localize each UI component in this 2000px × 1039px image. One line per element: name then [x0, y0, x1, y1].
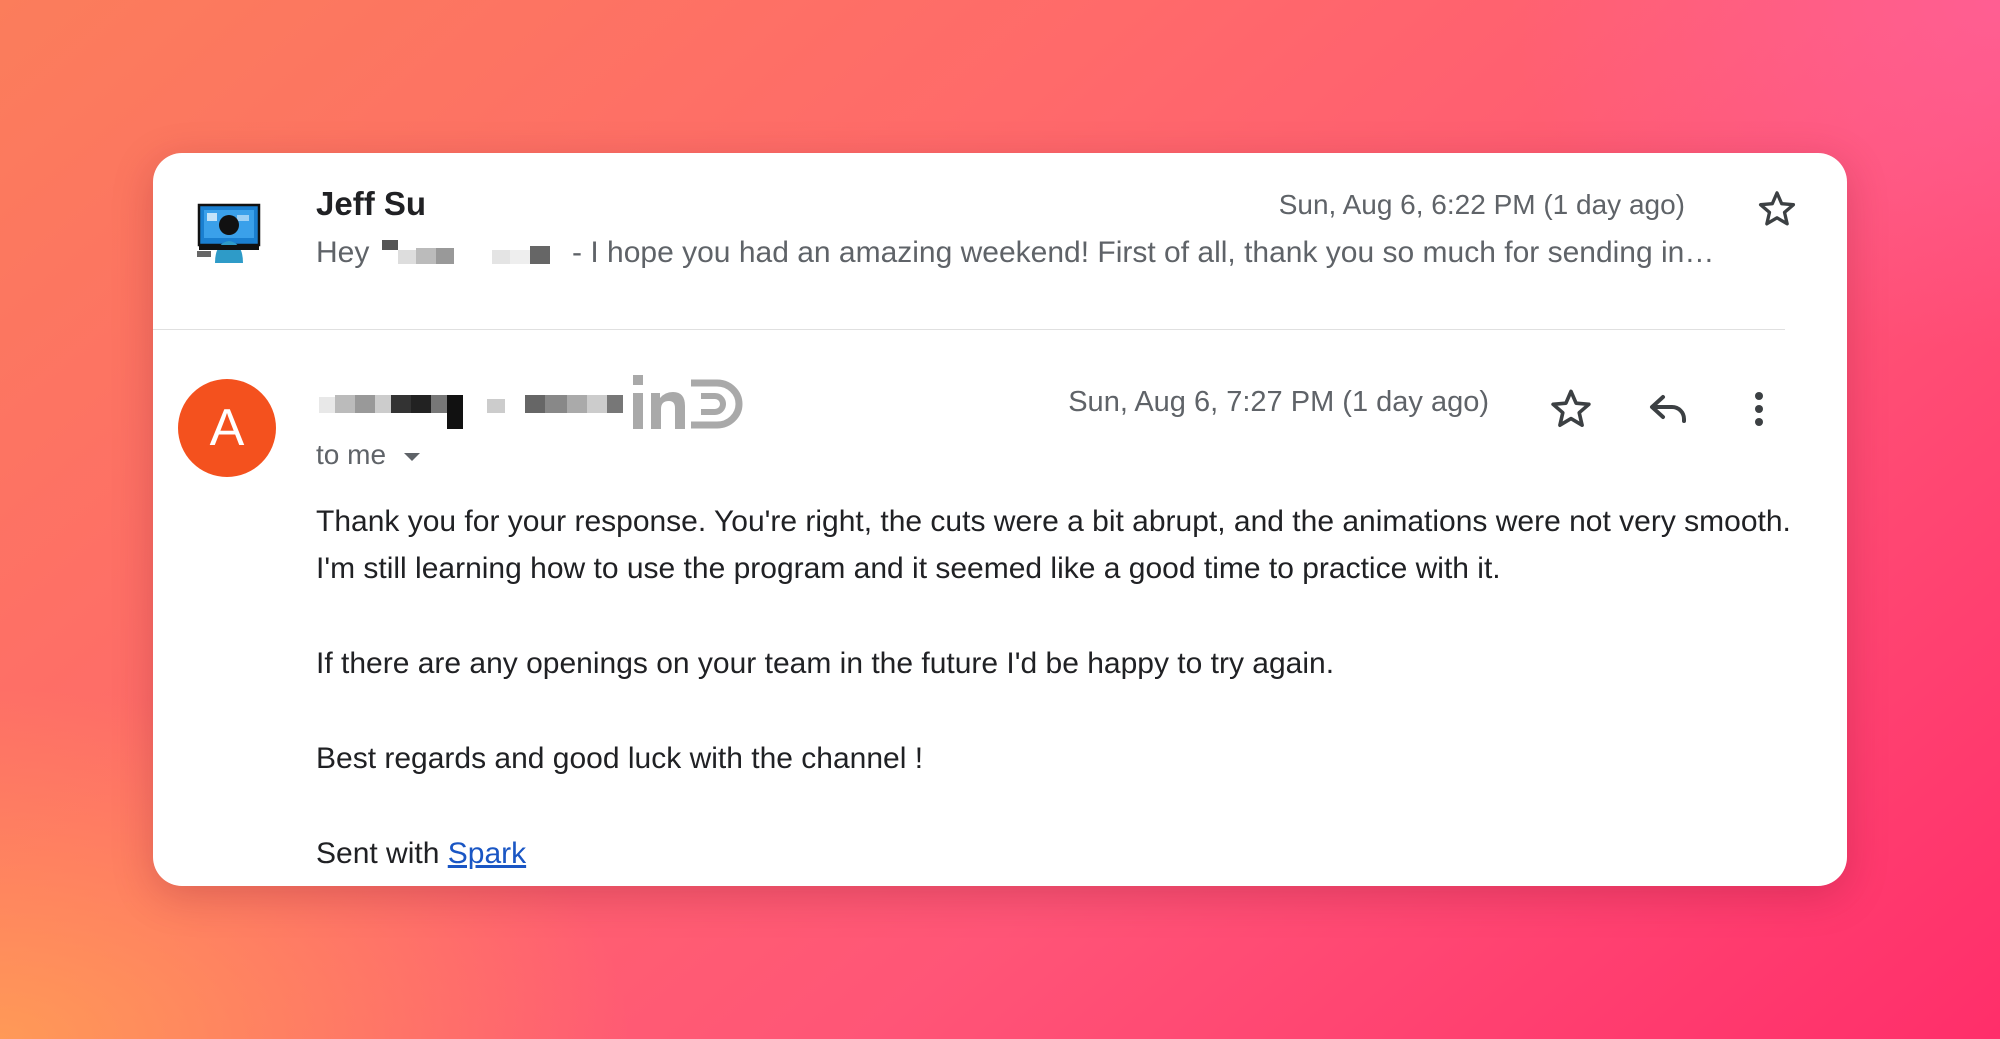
star-icon[interactable]	[1547, 385, 1595, 433]
recipient-label: to me	[316, 439, 387, 470]
star-icon[interactable]	[1755, 187, 1799, 231]
signature-prefix: Sent with	[316, 837, 440, 870]
spark-link[interactable]: Spark	[448, 837, 526, 870]
chevron-down-icon	[403, 452, 420, 461]
sender-name: Jeff Su	[316, 185, 427, 222]
message-date: Sun, Aug 6, 6:22 PM (1 day ago)	[1278, 189, 1685, 220]
message-date: Sun, Aug 6, 7:27 PM (1 day ago)	[1068, 386, 1489, 418]
sender-avatar: A	[178, 379, 276, 477]
snippet-start: Hey	[316, 236, 370, 269]
body-paragraph: Best regards and good luck with the chan…	[316, 742, 924, 775]
linkedin-icon[interactable]	[633, 375, 685, 429]
reply-icon[interactable]	[1644, 385, 1692, 433]
more-vert-icon[interactable]	[1735, 385, 1783, 433]
redacted-sender-name	[319, 375, 743, 429]
redacted-name	[381, 240, 550, 265]
sender-avatar-icon	[197, 203, 261, 263]
d-logo-icon[interactable]	[691, 379, 743, 429]
email-thread-card: Jeff Su Sun, Aug 6, 6:22 PM (1 day ago) …	[153, 153, 1847, 886]
body-paragraph: Thank you for your response. You're righ…	[316, 505, 1791, 585]
message-divider	[153, 329, 1785, 330]
signature: Sent with Spark	[316, 830, 1816, 877]
snippet-text: - I hope you had an amazing weekend! Fir…	[572, 236, 1715, 269]
recipient-dropdown[interactable]: to me	[316, 439, 422, 471]
message-body: Thank you for your response. You're righ…	[316, 498, 1816, 877]
body-paragraph: If there are any openings on your team i…	[316, 647, 1335, 680]
message-snippet: Hey - I hope you had an amazing weekend!…	[316, 236, 1786, 270]
